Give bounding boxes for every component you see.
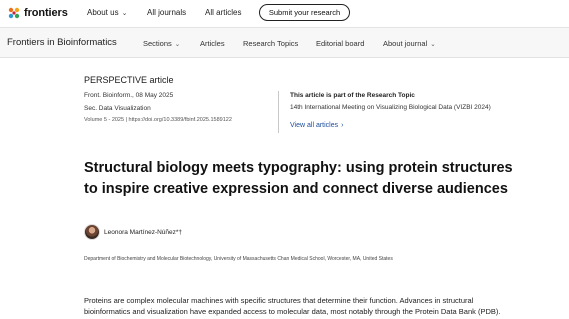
nav-sections-label: Sections <box>143 39 172 48</box>
chevron-right-icon: › <box>341 122 344 129</box>
article-type-label: PERSPECTIVE article <box>84 75 174 85</box>
nav-about-journal-label: About journal <box>383 39 428 48</box>
nav-about-journal[interactable]: About journal ⌄ <box>383 39 436 48</box>
about-us-menu[interactable]: About us ⌄ <box>87 8 127 17</box>
chevron-down-icon: ⌄ <box>430 41 436 48</box>
abstract-line-1: Proteins are complex molecular machines … <box>84 296 474 305</box>
submit-research-button[interactable]: Submit your research <box>259 4 350 21</box>
all-articles-link[interactable]: All articles <box>205 8 241 17</box>
abstract-text: Proteins are complex molecular machines … <box>84 295 568 317</box>
article-title: Structural biology meets typography: usi… <box>84 158 564 200</box>
nav-editorial-board-label: Editorial board <box>316 39 365 48</box>
frontiers-logo-icon <box>8 7 20 19</box>
nav-sections[interactable]: Sections ⌄ <box>143 39 180 48</box>
all-journals-label: All journals <box>147 8 187 17</box>
research-topic-title[interactable]: 14th International Meeting on Visualizin… <box>290 104 491 111</box>
author-row: Leonora Martínez-Núñez*† <box>84 224 182 240</box>
nav-articles-label: Articles <box>200 39 225 48</box>
about-us-label: About us <box>87 8 119 17</box>
abstract-line-2: bioinformatics and visualization have ex… <box>84 307 501 316</box>
citation-line: Front. Bioinform., 08 May 2025 <box>84 92 174 99</box>
logo-text: frontiers <box>24 7 68 19</box>
journal-navigation-bar: Frontiers in Bioinformatics Sections ⌄ Ar… <box>0 27 569 58</box>
nav-research-topics[interactable]: Research Topics <box>243 39 298 48</box>
view-all-articles-label: View all articles <box>290 122 339 129</box>
frontiers-logo[interactable]: frontiers <box>7 6 68 20</box>
research-topic-note: This article is part of the Research Top… <box>290 92 415 99</box>
author-affiliation: Department of Biochemistry and Molecular… <box>84 256 393 262</box>
author-avatar <box>84 224 100 240</box>
chevron-down-icon: ⌄ <box>121 10 128 17</box>
all-articles-label: All articles <box>205 8 242 17</box>
volume-doi-line[interactable]: Volume 5 - 2025 | https://doi.org/10.338… <box>84 117 232 123</box>
chevron-down-icon: ⌄ <box>174 41 181 48</box>
article-title-line-1: Structural biology meets typography: usi… <box>84 160 513 176</box>
header-divider <box>278 91 279 133</box>
journal-name-link[interactable]: Frontiers in Bioinformatics <box>7 37 117 48</box>
section-link[interactable]: Sec. Data Visualization <box>84 105 151 112</box>
top-navigation-bar: frontiers About us ⌄ All journals All art… <box>0 0 569 27</box>
nav-articles[interactable]: Articles <box>200 39 225 48</box>
author-name-link[interactable]: Leonora Martínez-Núñez*† <box>104 229 182 236</box>
all-journals-link[interactable]: All journals <box>147 8 186 17</box>
nav-editorial-board[interactable]: Editorial board <box>316 39 364 48</box>
view-all-articles-link[interactable]: View all articles › <box>290 122 343 129</box>
article-title-line-2: to inspire creative expression and conne… <box>84 181 508 197</box>
nav-research-topics-label: Research Topics <box>243 39 299 48</box>
